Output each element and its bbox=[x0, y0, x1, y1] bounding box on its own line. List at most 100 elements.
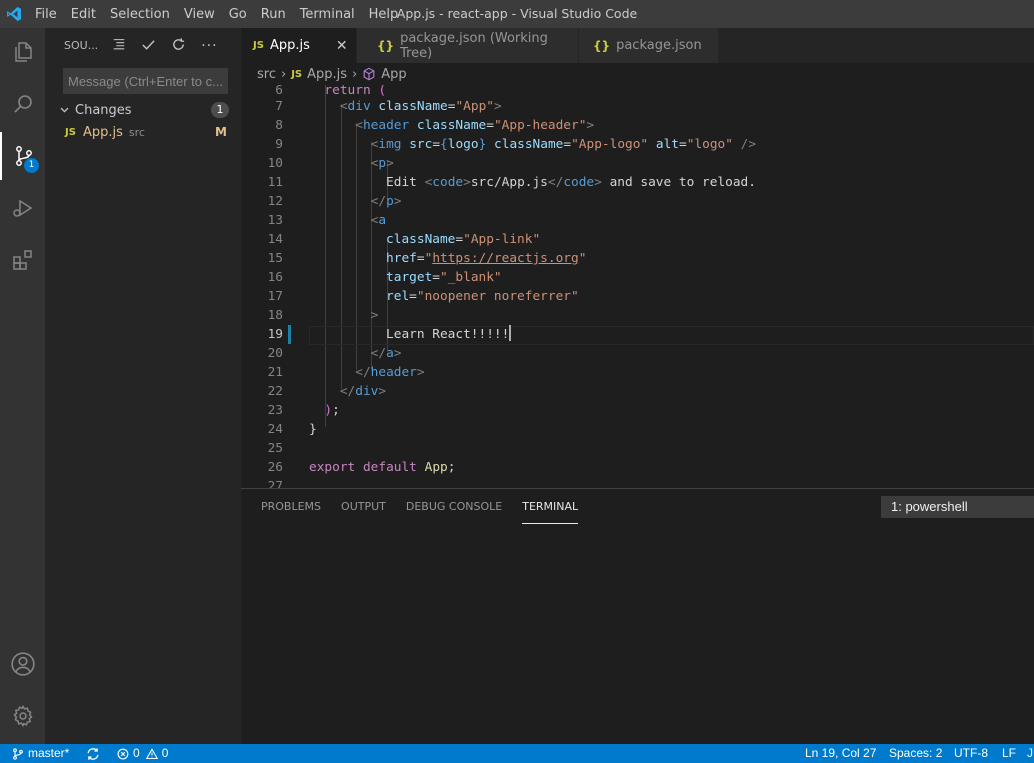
branch-status[interactable]: master* bbox=[12, 744, 69, 763]
code-line: 11 Edit <code>src/App.js</code> and save… bbox=[267, 175, 756, 190]
changes-count-badge: 1 bbox=[211, 102, 229, 118]
menu-file[interactable]: File bbox=[28, 7, 64, 22]
menu-run[interactable]: Run bbox=[254, 7, 293, 22]
settings-gear-icon[interactable] bbox=[0, 692, 45, 740]
tab-package-json-working-tree[interactable]: {} package.json (Working Tree) bbox=[357, 28, 579, 63]
problems-status[interactable]: 0 0 bbox=[117, 744, 168, 763]
tab-label: App.js bbox=[269, 38, 310, 53]
branch-name: master* bbox=[28, 746, 70, 760]
code-line: 12 </p> bbox=[267, 194, 402, 209]
editor-tabs: JS App.js ✕ {} package.json (Working Tre… bbox=[241, 28, 1034, 63]
breadcrumb-file[interactable]: App.js bbox=[307, 67, 347, 82]
terminal-body[interactable] bbox=[241, 524, 1034, 744]
error-count: 0 bbox=[133, 746, 140, 760]
git-branch-icon bbox=[12, 747, 24, 760]
tab-terminal[interactable]: TERMINAL bbox=[522, 489, 579, 524]
text-cursor bbox=[509, 325, 512, 341]
commit-check-icon[interactable] bbox=[141, 37, 156, 55]
tab-app-js[interactable]: JS App.js ✕ bbox=[241, 28, 357, 63]
modified-status: M bbox=[215, 125, 227, 139]
changes-section-header[interactable]: Changes 1 bbox=[45, 99, 241, 121]
json-file-icon: {} bbox=[377, 38, 395, 53]
tab-debug-console[interactable]: DEBUG CONSOLE bbox=[406, 489, 502, 524]
code-line: 8 <header className="App-header"> bbox=[275, 118, 595, 133]
code-line: 18 > bbox=[267, 308, 379, 323]
sync-icon[interactable] bbox=[86, 744, 100, 763]
indentation-status[interactable]: Spaces: 2 bbox=[889, 744, 942, 763]
menu-bar: File Edit Selection View Go Run Terminal… bbox=[28, 0, 405, 28]
view-as-tree-icon[interactable] bbox=[112, 37, 126, 54]
terminal-selector[interactable]: 1: powershell bbox=[881, 496, 1034, 518]
js-file-icon: JS bbox=[291, 68, 303, 80]
source-control-sidebar: SOU... ··· Changes 1 JS App.js src M bbox=[45, 28, 241, 744]
code-line: 15 href="https://reactjs.org" bbox=[267, 251, 587, 266]
symbol-class-icon bbox=[362, 67, 376, 81]
js-file-icon: JS bbox=[253, 40, 264, 51]
tab-package-json[interactable]: {} package.json bbox=[579, 28, 719, 63]
code-line: 24} bbox=[267, 422, 317, 437]
close-icon[interactable]: ✕ bbox=[336, 38, 348, 54]
chevron-down-icon bbox=[59, 104, 70, 119]
language-mode[interactable]: J bbox=[1027, 744, 1033, 763]
code-line: 10 <p> bbox=[267, 156, 394, 171]
vscode-logo-icon bbox=[0, 0, 28, 28]
scm-badge: 1 bbox=[24, 158, 39, 173]
menu-terminal[interactable]: Terminal bbox=[293, 7, 362, 22]
code-line: 27 bbox=[267, 479, 283, 488]
status-bar: master* 0 0 Ln 19, Col 27 Spaces: 2 UTF-… bbox=[0, 744, 1034, 763]
js-file-icon: JS bbox=[65, 126, 76, 138]
code-line: 14 className="App-link" bbox=[267, 232, 541, 247]
menu-edit[interactable]: Edit bbox=[64, 7, 103, 22]
eol-status[interactable]: LF bbox=[1002, 744, 1016, 763]
refresh-icon[interactable] bbox=[171, 37, 186, 55]
bottom-panel: PROBLEMS OUTPUT DEBUG CONSOLE TERMINAL 1… bbox=[241, 488, 1034, 744]
changed-file-name: App.js bbox=[83, 124, 123, 140]
run-debug-icon[interactable] bbox=[0, 184, 45, 232]
tab-label: package.json (Working Tree) bbox=[400, 30, 548, 61]
more-actions-icon[interactable]: ··· bbox=[201, 38, 217, 54]
json-file-icon: {} bbox=[593, 38, 611, 53]
menu-go[interactable]: Go bbox=[222, 7, 254, 22]
warning-count: 0 bbox=[161, 746, 169, 760]
sidebar-header: SOU... ··· bbox=[45, 28, 241, 63]
code-line: 20 </a> bbox=[267, 346, 402, 361]
title-bar: File Edit Selection View Go Run Terminal… bbox=[0, 0, 1034, 28]
code-line: 25 bbox=[267, 441, 283, 456]
tab-output[interactable]: OUTPUT bbox=[341, 489, 386, 524]
cursor-position[interactable]: Ln 19, Col 27 bbox=[805, 744, 876, 763]
breadcrumb: src › JS App.js › App bbox=[241, 63, 1034, 85]
tab-problems[interactable]: PROBLEMS bbox=[261, 489, 321, 524]
sidebar-title: SOU... bbox=[64, 39, 99, 52]
menu-selection[interactable]: Selection bbox=[103, 7, 177, 22]
code-line: 17 rel="noopener noreferrer" bbox=[267, 289, 579, 304]
code-editor[interactable]: 6 return ( 7 <div className="App"> 8 <he… bbox=[241, 85, 1034, 488]
breadcrumb-folder[interactable]: src bbox=[257, 67, 276, 82]
changed-file-row[interactable]: JS App.js src M bbox=[45, 121, 241, 143]
code-line: 16 target="_blank" bbox=[267, 270, 502, 285]
tab-label: package.json bbox=[616, 38, 702, 53]
commit-message-input[interactable] bbox=[63, 68, 228, 94]
panel-tabs: PROBLEMS OUTPUT DEBUG CONSOLE TERMINAL bbox=[261, 489, 579, 524]
error-icon bbox=[117, 748, 129, 760]
changes-label: Changes bbox=[75, 102, 132, 118]
menu-view[interactable]: View bbox=[177, 7, 222, 22]
code-line: 7 <div className="App"> bbox=[275, 99, 502, 114]
chevron-right-icon: › bbox=[352, 66, 358, 82]
changed-file-dir: src bbox=[128, 125, 145, 139]
breadcrumb-symbol[interactable]: App bbox=[381, 67, 406, 82]
encoding-status[interactable]: UTF-8 bbox=[954, 744, 988, 763]
code-line-current: 19 Learn React!!!!! bbox=[267, 325, 512, 342]
menu-help[interactable]: Help bbox=[362, 7, 406, 22]
explorer-icon[interactable] bbox=[0, 28, 45, 76]
chevron-right-icon: › bbox=[280, 66, 287, 82]
code-line: 26 export default App; bbox=[267, 460, 456, 475]
code-line: 22 </div> bbox=[267, 384, 387, 399]
extensions-icon[interactable] bbox=[0, 236, 45, 284]
account-icon[interactable] bbox=[0, 640, 45, 688]
code-line: 9 <img src={logo} className="App-logo" a… bbox=[275, 137, 757, 152]
code-line: 21 </header> bbox=[267, 365, 425, 380]
activity-bar: 1 bbox=[0, 28, 45, 744]
warning-icon bbox=[145, 747, 158, 760]
search-icon[interactable] bbox=[0, 80, 45, 128]
source-control-icon[interactable]: 1 bbox=[0, 132, 45, 180]
